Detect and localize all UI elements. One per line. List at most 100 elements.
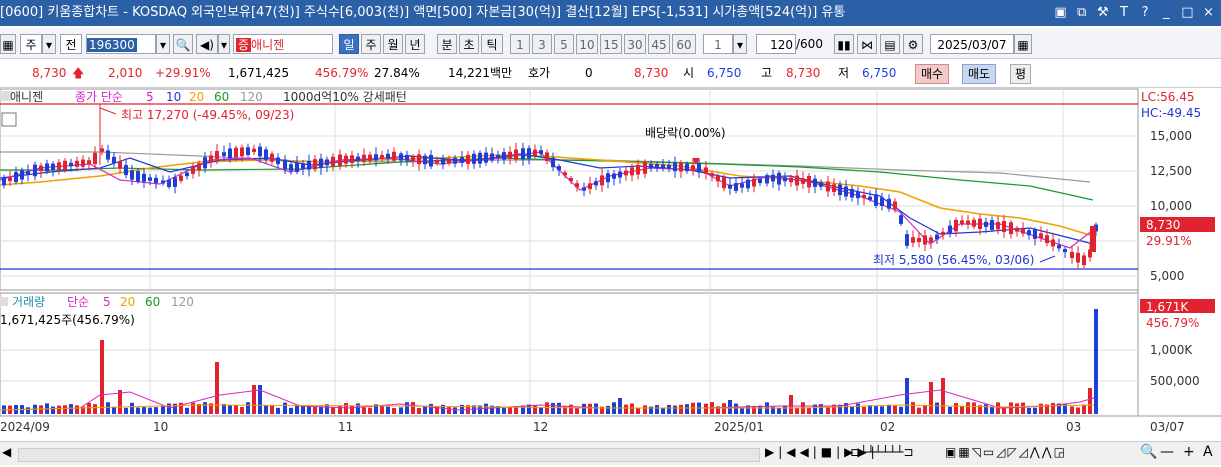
interval-3[interactable]: 3: [532, 34, 552, 54]
interval-1[interactable]: 1: [510, 34, 530, 54]
volume-bar: [319, 406, 323, 414]
volume-bar: [893, 405, 897, 414]
zoom-in-icon[interactable]: +: [1183, 444, 1195, 460]
candle-body: [148, 177, 152, 181]
volume-bar: [704, 403, 708, 414]
candle-body: [655, 164, 659, 169]
prev-button[interactable]: 전: [60, 34, 82, 54]
hoga-label: 호가: [528, 66, 551, 80]
vol-ma120-legend[interactable]: 120: [171, 295, 194, 309]
current-price: 8,730: [32, 66, 67, 80]
date-input[interactable]: 2025/03/07: [930, 34, 1014, 54]
candle-body: [752, 178, 756, 187]
kosdaq-badge-icon: 증: [236, 38, 252, 52]
drawing-tools-icon[interactable]: ▣▦◹▭◿◸◿⋀⋀◲: [945, 445, 1067, 459]
volume-legend-simple[interactable]: 단순: [67, 295, 89, 309]
interval-15[interactable]: 15: [600, 34, 622, 54]
code-dropdown-icon[interactable]: ▾: [156, 34, 170, 54]
volume-bar: [75, 405, 79, 414]
search-icon[interactable]: 🔍: [173, 34, 193, 54]
ma60-legend[interactable]: 60: [214, 90, 229, 104]
stock-name-field[interactable]: 증 애니젠: [233, 34, 333, 54]
font-size-icon[interactable]: A: [1203, 444, 1213, 460]
vol-ma20-legend[interactable]: 20: [120, 295, 135, 309]
calendar-icon[interactable]: ▦: [1014, 34, 1032, 54]
volume-bar: [582, 403, 586, 414]
candle-body: [106, 150, 110, 160]
candle-body: [374, 154, 378, 161]
compare-icon[interactable]: ⋈: [857, 34, 877, 54]
ma120-legend[interactable]: 120: [240, 90, 263, 104]
save-icon[interactable]: ▤: [880, 34, 900, 54]
stock-chart[interactable]: 최고 17,270 (-49.45%, 09/23) 배당락(0.00%) 최저…: [0, 88, 1221, 464]
minimize-icon[interactable]: _: [1158, 0, 1175, 26]
restore-icon[interactable]: ▣: [1052, 0, 1069, 26]
buy-button[interactable]: 매수: [915, 64, 950, 84]
sell-button[interactable]: 매도: [962, 64, 997, 84]
candle-body: [612, 173, 616, 179]
maximize-icon[interactable]: □: [1179, 0, 1196, 26]
close-icon[interactable]: ×: [1200, 0, 1217, 26]
stock-code-input[interactable]: 196300: [86, 34, 156, 54]
ma20-legend[interactable]: 20: [189, 90, 204, 104]
interval-30[interactable]: 30: [624, 34, 646, 54]
candle-body: [453, 157, 457, 164]
unit-dropdown-icon[interactable]: ▾: [733, 34, 747, 54]
chart-bottom-bar: ◀ ▶|◀◀|■|▶▶| ⊏┴┴┴┴┴┴⊐ ▣▦◹▭◿◸◿⋀⋀◲ 🔍 — + A: [0, 441, 1221, 465]
volume-bar: [856, 403, 860, 414]
candle-body: [624, 170, 628, 176]
zoom-search-icon[interactable]: 🔍: [1140, 444, 1157, 460]
tab-day[interactable]: 일: [339, 34, 359, 54]
settings-icon[interactable]: ⚙: [903, 34, 923, 54]
table-icon[interactable]: [1, 112, 17, 127]
interval-5[interactable]: 5: [554, 34, 574, 54]
speaker-dropdown-icon[interactable]: ▾: [218, 34, 230, 54]
scroll-left-icon[interactable]: ◀: [2, 445, 11, 459]
chart-type-icon[interactable]: ▮▮: [834, 34, 854, 54]
count-input[interactable]: 120: [756, 34, 796, 54]
horizontal-scrollbar[interactable]: [18, 448, 760, 462]
interval-45[interactable]: 45: [648, 34, 670, 54]
interval-60[interactable]: 60: [672, 34, 696, 54]
volume-legend-name[interactable]: 거래량: [12, 295, 45, 309]
interval-10[interactable]: 10: [576, 34, 598, 54]
period-select[interactable]: 주: [20, 34, 42, 54]
text-icon[interactable]: T: [1115, 0, 1132, 26]
volume-bar: [624, 404, 628, 414]
help-icon[interactable]: ?: [1137, 0, 1154, 26]
candle-body: [39, 165, 43, 172]
eval-button[interactable]: 평: [1010, 64, 1032, 84]
volume-bar: [1088, 388, 1092, 414]
vol-ma60-legend[interactable]: 60: [145, 295, 160, 309]
speaker-icon[interactable]: ◀): [196, 34, 218, 54]
tab-week[interactable]: 주: [361, 34, 381, 54]
candle-body: [539, 150, 543, 155]
candle-body: [460, 157, 464, 163]
pattern-legend[interactable]: 1000d억10% 강세패턴: [283, 90, 407, 104]
volume-bar: [722, 403, 726, 414]
tab-year[interactable]: 년: [405, 34, 425, 54]
volume-bar: [1051, 402, 1055, 414]
chart-svg[interactable]: 최고 17,270 (-49.45%, 09/23) 배당락(0.00%) 최저…: [0, 88, 1221, 464]
chevron-down-icon[interactable]: ▾: [42, 34, 56, 54]
volume-bar: [899, 406, 903, 414]
tab-tick[interactable]: 틱: [481, 34, 503, 54]
zoom-out-icon[interactable]: —: [1160, 444, 1174, 460]
candle-body: [246, 147, 250, 155]
volume-bar: [533, 405, 537, 414]
ma10-legend[interactable]: 10: [166, 90, 181, 104]
price-legend-name[interactable]: 애니젠: [10, 90, 43, 104]
tab-second[interactable]: 초: [459, 34, 479, 54]
window-copy-icon[interactable]: ⧉: [1073, 0, 1090, 26]
unit-input[interactable]: 1: [703, 34, 733, 54]
tools-icon[interactable]: ⚒: [1094, 0, 1111, 26]
tab-month[interactable]: 월: [383, 34, 403, 54]
ma5-legend[interactable]: 5: [146, 90, 154, 104]
vol-ma5-legend[interactable]: 5: [103, 295, 111, 309]
price-legend-close[interactable]: 종가 단순: [75, 90, 123, 104]
candle-body: [1045, 235, 1049, 244]
tab-minute[interactable]: 분: [437, 34, 457, 54]
dividend-annotation: 배당락(0.00%): [645, 126, 726, 140]
grid-icon[interactable]: ▦: [0, 34, 16, 54]
zoom-slider[interactable]: ⊏┴┴┴┴┴┴⊐: [850, 445, 913, 459]
